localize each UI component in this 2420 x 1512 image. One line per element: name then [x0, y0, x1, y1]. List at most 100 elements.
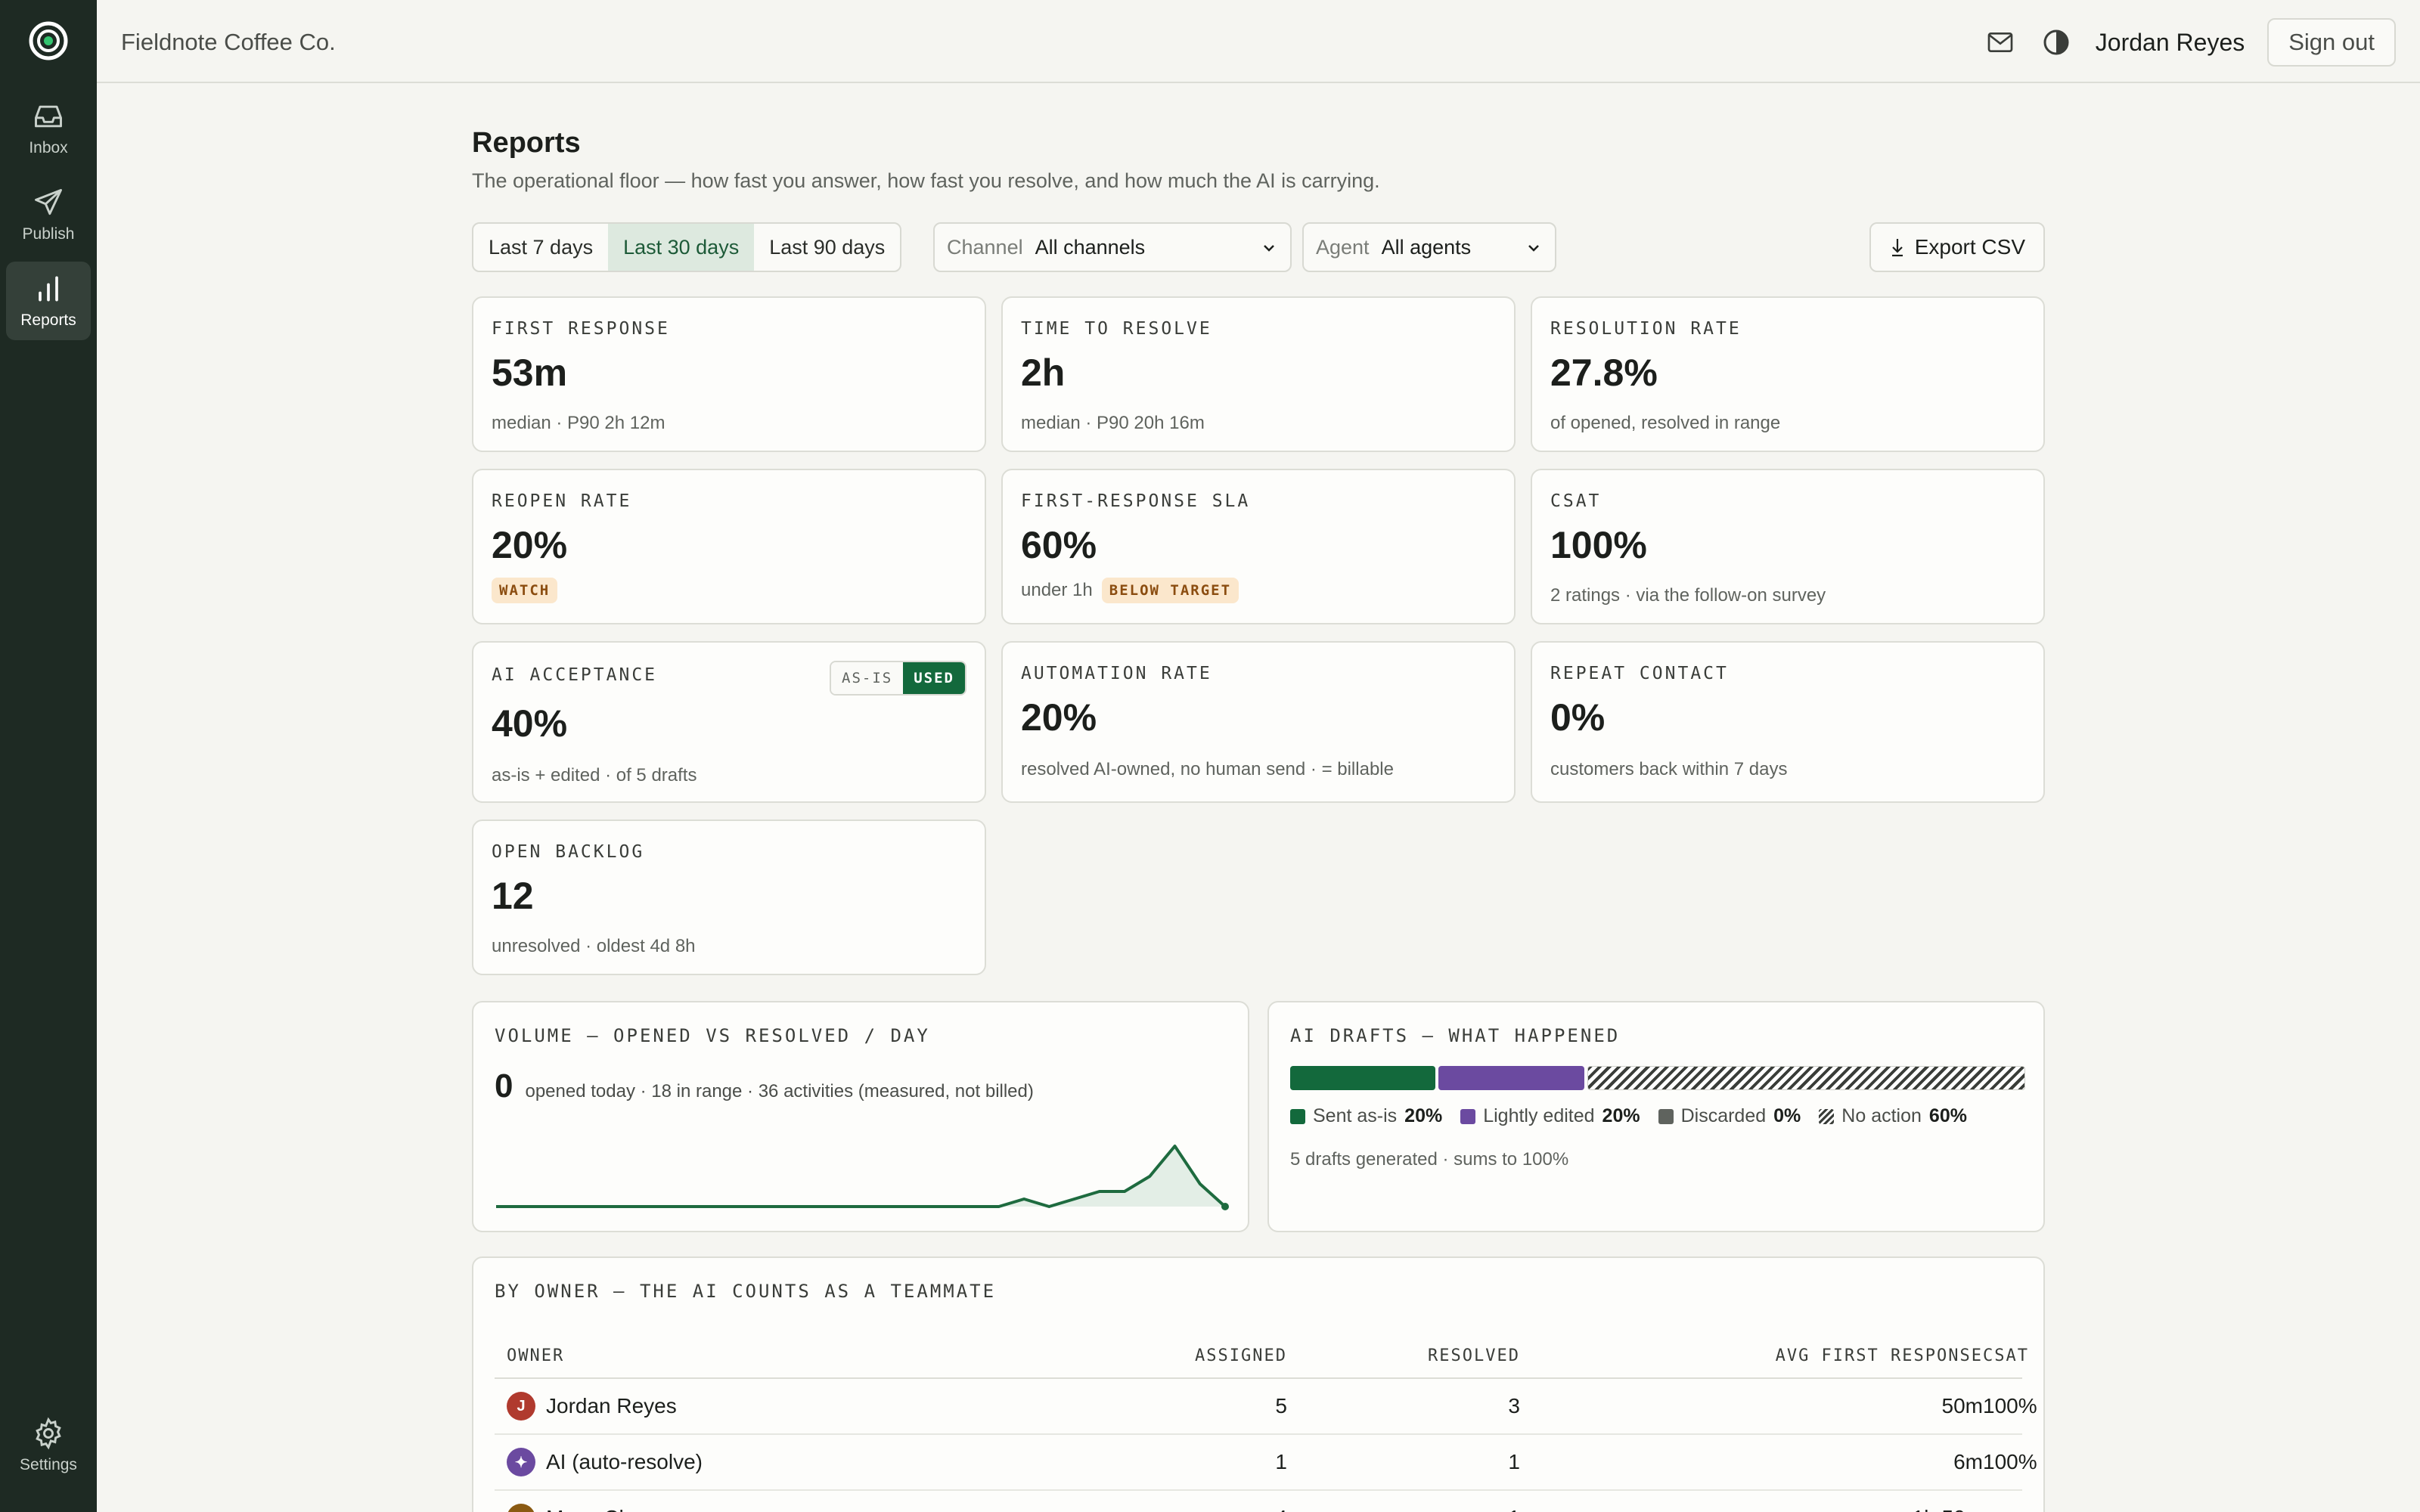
- range-90-days[interactable]: Last 90 days: [754, 224, 900, 271]
- legend-label: Sent as-is: [1313, 1105, 1398, 1126]
- kpi-label: RESOLUTION RATE: [1550, 319, 1742, 339]
- table-row[interactable]: J Jordan Reyes 5 3 50m 100%: [495, 1379, 2037, 1435]
- status-badge: WATCH: [492, 578, 558, 603]
- panel-title: VOLUME — OPENED VS RESOLVED / DAY: [495, 1025, 930, 1046]
- page-subtitle: The operational floor — how fast you ans…: [472, 169, 1380, 192]
- kpi-repeat-contact: REPEAT CONTACT 0% customers back within …: [1531, 641, 2045, 803]
- avatar: J: [507, 1392, 535, 1421]
- app-logo[interactable]: [27, 20, 70, 62]
- sidebar-item-inbox[interactable]: Inbox: [6, 89, 91, 168]
- toggle-as-is[interactable]: AS-IS: [831, 662, 904, 694]
- legend-swatch: [1819, 1108, 1835, 1124]
- legend-value: 20%: [1602, 1105, 1640, 1126]
- cell-resolved: 1: [1287, 1506, 1520, 1512]
- cell-csat: 100%: [1983, 1450, 2037, 1473]
- kpi-value: 53m: [492, 352, 568, 394]
- sign-out-button[interactable]: Sign out: [2267, 18, 2396, 67]
- col-avg-first-response[interactable]: AVG FIRST RESPONSE: [1520, 1346, 1983, 1365]
- theme-toggle-icon[interactable]: [2040, 26, 2073, 59]
- kpi-sub: 2 ratings · via the follow-on survey: [1550, 585, 1826, 606]
- panel-title: BY OWNER — THE AI COUNTS AS A TEAMMATE: [495, 1281, 997, 1302]
- channel-select[interactable]: Channel All channels: [933, 222, 1292, 272]
- kpi-value: 40%: [492, 702, 568, 745]
- kpi-label: REOPEN RATE: [492, 491, 632, 511]
- kpi-first-response-sla: FIRST-RESPONSE SLA 60% under 1h BELOW TA…: [1001, 469, 1516, 624]
- cell-avg-first-response: 50m: [1941, 1394, 1983, 1418]
- opened-today-count: 0: [495, 1067, 513, 1105]
- avatar: M: [507, 1504, 535, 1512]
- legend-item: Discarded 0%: [1658, 1105, 1801, 1127]
- channel-value: All channels: [1035, 235, 1146, 259]
- export-csv-button[interactable]: Export CSV: [1869, 222, 2045, 272]
- owners-panel: BY OWNER — THE AI COUNTS AS A TEAMMATE O…: [472, 1256, 2045, 1512]
- chevron-down-icon: [1264, 245, 1274, 252]
- agent-label: Agent: [1316, 235, 1370, 259]
- kpi-reopen-rate: REOPEN RATE 20% WATCH: [472, 469, 986, 624]
- range-7-days[interactable]: Last 7 days: [473, 224, 608, 271]
- legend-label: No action: [1841, 1105, 1922, 1126]
- kpi-sub: under 1h: [1021, 580, 1093, 600]
- sidebar-item-publish[interactable]: Publish: [6, 175, 91, 254]
- mail-icon[interactable]: [1984, 26, 2017, 59]
- status-badge: BELOW TARGET: [1101, 578, 1239, 603]
- owner-name: Jordan Reyes: [546, 1394, 677, 1418]
- col-csat[interactable]: CSAT: [1983, 1346, 2028, 1365]
- range-30-days[interactable]: Last 30 days: [608, 224, 755, 271]
- kpi-value: 12: [492, 875, 534, 917]
- cell-resolved: 1: [1508, 1450, 1520, 1473]
- sidebar-item-label: Inbox: [29, 139, 68, 156]
- cell-assigned: 4: [1054, 1506, 1287, 1512]
- kpi-value: 20%: [1021, 696, 1097, 739]
- kpi-csat: CSAT 100% 2 ratings · via the follow-on …: [1531, 469, 2045, 624]
- kpi-value: 0%: [1550, 696, 1606, 739]
- kpi-label: FIRST RESPONSE: [492, 319, 670, 339]
- table-row[interactable]: M Maya Chen 4 1 1h 50m —: [495, 1491, 2022, 1512]
- owner-name: Maya Chen: [546, 1506, 654, 1512]
- legend-value: 0%: [1773, 1105, 1801, 1126]
- kpi-value: 27.8%: [1550, 352, 1658, 394]
- legend-item: Lightly edited 20%: [1460, 1105, 1640, 1127]
- toggle-used[interactable]: USED: [903, 662, 965, 694]
- sidebar-item-label: Publish: [22, 225, 75, 243]
- kpi-sub: unresolved · oldest 4d 8h: [492, 936, 696, 956]
- sidebar-item-settings[interactable]: Settings: [6, 1406, 91, 1485]
- kpi-label: AUTOMATION RATE: [1021, 664, 1212, 683]
- drafts-stacked-bar: [1290, 1066, 2026, 1090]
- org-name: Fieldnote Coffee Co.: [121, 29, 336, 55]
- kpi-open-backlog: OPEN BACKLOG 12 unresolved · oldest 4d 8…: [472, 820, 986, 975]
- ai-drafts-panel: AI DRAFTS — WHAT HAPPENED Sent as-is 20%…: [1267, 1001, 2045, 1232]
- kpi-value: 100%: [1550, 524, 1647, 566]
- user-name[interactable]: Jordan Reyes: [2096, 29, 2245, 57]
- page-title: Reports: [472, 127, 581, 159]
- kpi-value: 2h: [1021, 352, 1066, 394]
- table-header: OWNER ASSIGNED RESOLVED AVG FIRST RESPON…: [495, 1334, 2028, 1379]
- kpi-sub: median · P90 20h 16m: [1021, 413, 1205, 433]
- agent-select[interactable]: Agent All agents: [1302, 222, 1556, 272]
- kpi-time-to-resolve: TIME TO RESOLVE 2h median · P90 20h 16m: [1001, 296, 1516, 452]
- sidebar-item-reports[interactable]: Reports: [6, 262, 91, 340]
- legend-item: No action 60%: [1819, 1105, 1967, 1127]
- col-owner[interactable]: OWNER: [495, 1346, 1054, 1365]
- col-assigned[interactable]: ASSIGNED: [1054, 1346, 1287, 1365]
- avatar: ✦: [507, 1448, 535, 1476]
- volume-last-point: [1221, 1203, 1229, 1210]
- download-icon: [1891, 239, 1903, 257]
- volume-area: [496, 1146, 1225, 1207]
- drafts-footer: 5 drafts generated · sums to 100%: [1290, 1149, 1569, 1170]
- inbox-icon: [35, 105, 62, 128]
- kpi-resolution-rate: RESOLUTION RATE 27.8% of opened, resolve…: [1531, 296, 2045, 452]
- kpi-sub: customers back within 7 days: [1550, 759, 1788, 779]
- cell-assigned: 1: [1275, 1450, 1287, 1473]
- volume-summary: opened today · 18 in range · 36 activiti…: [525, 1081, 1034, 1101]
- cell-csat: —: [1983, 1506, 2022, 1512]
- kpi-label: REPEAT CONTACT: [1550, 664, 1729, 683]
- sidebar-item-label: Settings: [20, 1456, 77, 1473]
- kpi-sub: median · P90 2h 12m: [492, 413, 666, 433]
- kpi-value: 20%: [492, 524, 568, 566]
- owner-name: AI (auto-resolve): [546, 1450, 703, 1473]
- table-row[interactable]: ✦ AI (auto-resolve) 1 1 6m 100%: [495, 1435, 2037, 1491]
- col-resolved[interactable]: RESOLVED: [1287, 1346, 1520, 1365]
- chevron-down-icon: [1528, 245, 1539, 252]
- gear-icon: [36, 1417, 61, 1450]
- kpi-ai-acceptance: AI ACCEPTANCE AS-IS USED 40% as-is + edi…: [472, 641, 986, 803]
